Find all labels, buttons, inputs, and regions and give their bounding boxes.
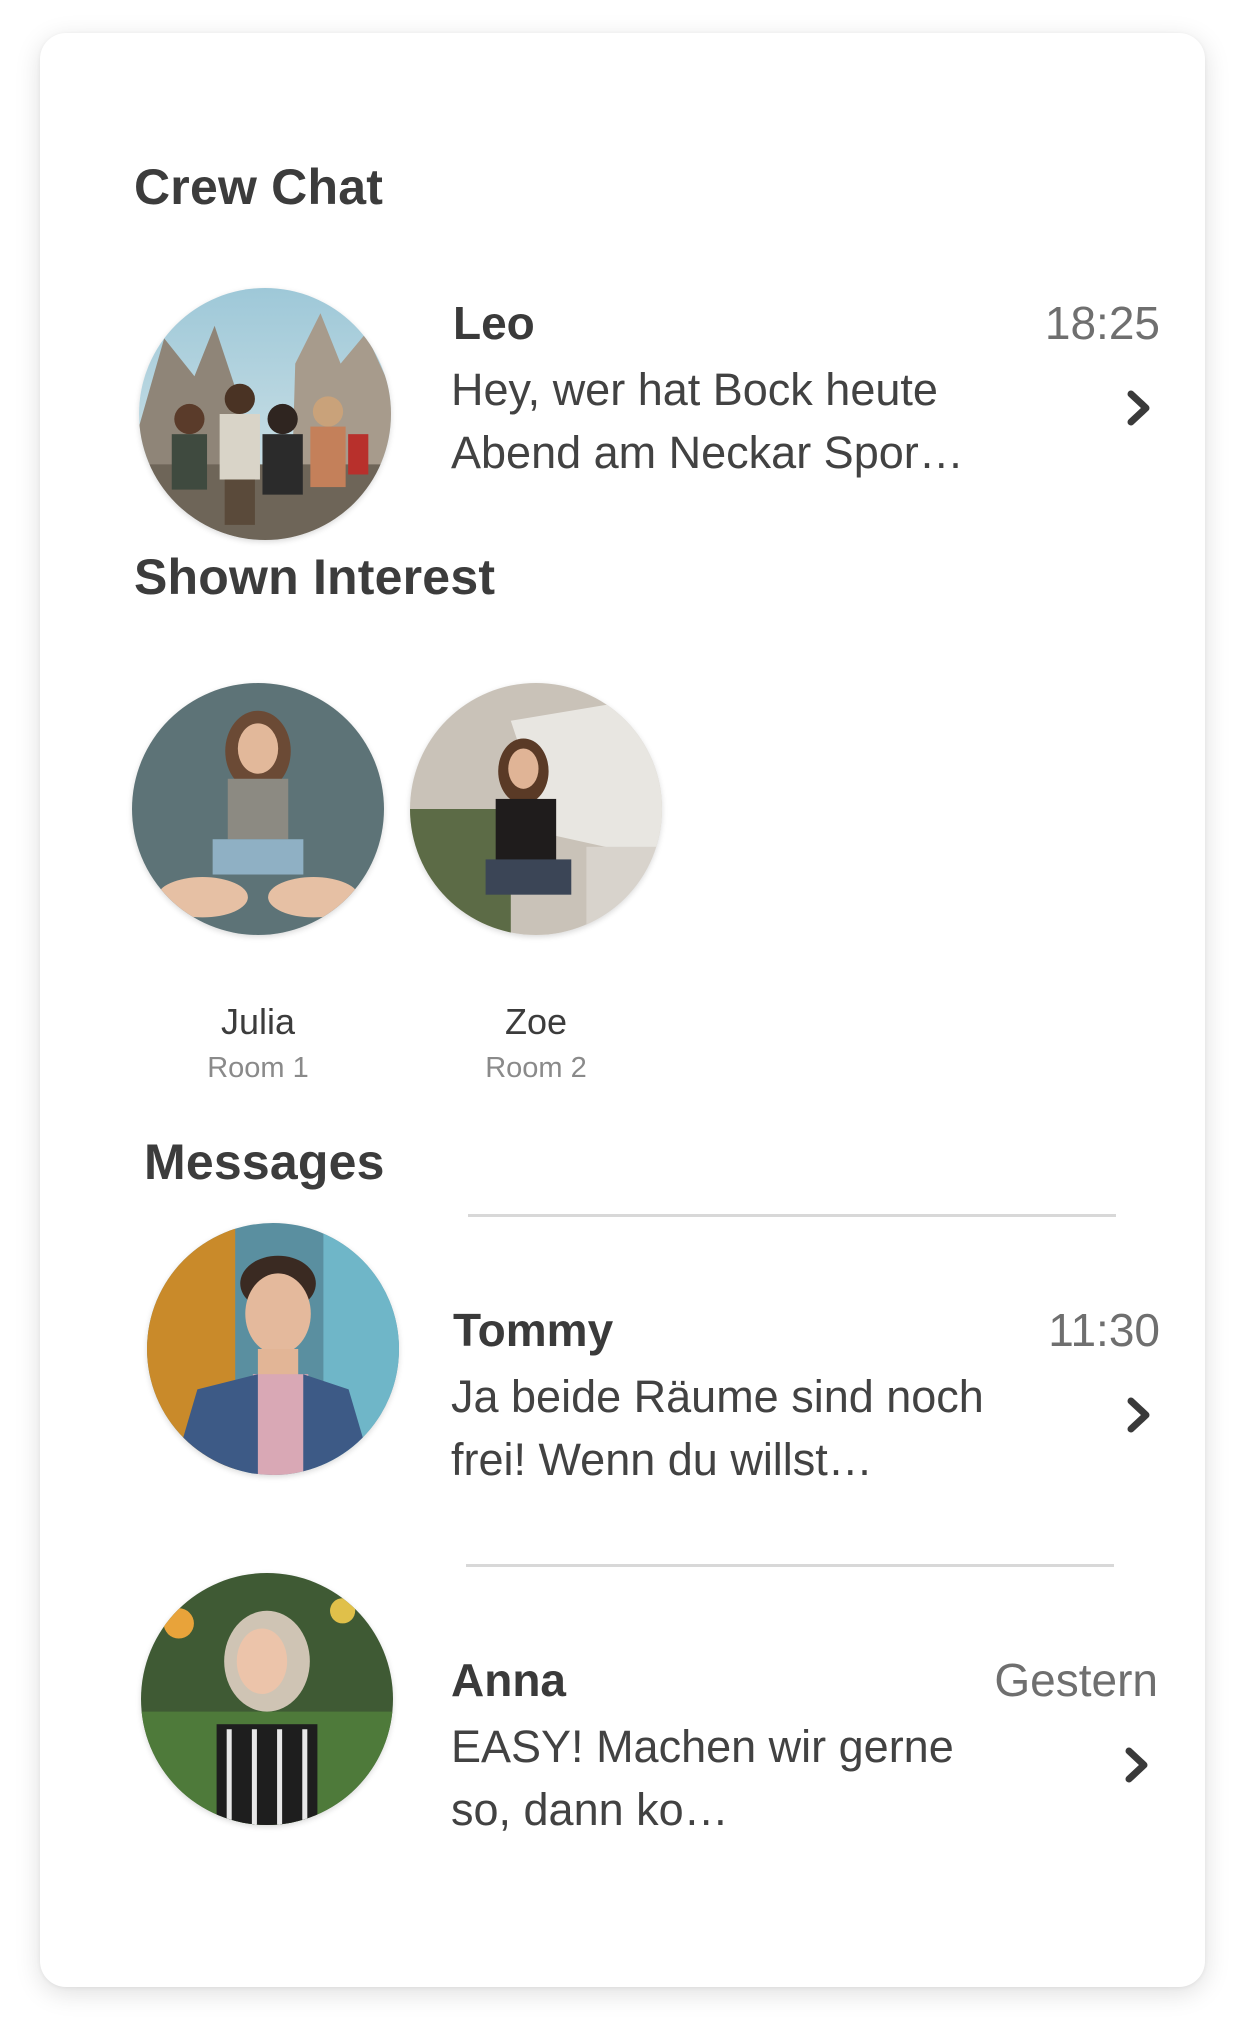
tommy-preview: Ja beide Räume sind noch frei! Wenn du w… xyxy=(451,1371,984,1485)
crew-chat-time: 18:25 xyxy=(1044,297,1160,349)
zoe-room: Room 2 xyxy=(485,1052,587,1084)
message-row-anna[interactable]: Anna Gestern EASY! Machen wir gerne so, … xyxy=(134,1573,1164,1873)
shown-interest-heading: Shown Interest xyxy=(134,549,496,605)
julia-name: Julia xyxy=(220,1001,296,1042)
crew-chat-heading: Crew Chat xyxy=(134,159,384,215)
chevron-right-icon xyxy=(1122,1393,1156,1437)
crew-avatar xyxy=(139,288,391,540)
interest-item-zoe[interactable]: Zoe Room 2 xyxy=(408,683,668,1093)
crew-chat-row[interactable]: Leo 18:25 Hey, wer hat Bock heute Abend … xyxy=(134,288,1164,548)
tommy-name: Tommy xyxy=(453,1304,614,1356)
chat-overview-card: Crew Chat Leo 18:25 Hey, wer hat Bock he… xyxy=(40,33,1205,1987)
zoe-name: Zoe xyxy=(504,1001,568,1042)
tommy-time: 11:30 xyxy=(1048,1304,1160,1356)
chevron-right-icon xyxy=(1120,1743,1154,1787)
divider xyxy=(468,1214,1116,1217)
crew-chat-preview: Hey, wer hat Bock heute Abend am Neckar … xyxy=(451,364,964,478)
chevron-right-icon xyxy=(1122,386,1156,430)
anna-preview: EASY! Machen wir gerne so, dann ko… xyxy=(451,1721,954,1835)
anna-name: Anna xyxy=(451,1654,566,1706)
messages-heading: Messages xyxy=(144,1134,385,1190)
zoe-avatar xyxy=(410,683,662,935)
anna-avatar xyxy=(141,1573,393,1825)
tommy-avatar xyxy=(147,1223,399,1475)
interest-item-julia[interactable]: Julia Room 1 xyxy=(130,683,390,1093)
anna-time: Gestern xyxy=(994,1654,1158,1706)
crew-chat-name: Leo xyxy=(453,297,535,349)
message-row-tommy[interactable]: Tommy 11:30 Ja beide Räume sind noch fre… xyxy=(134,1223,1164,1523)
divider xyxy=(466,1564,1114,1567)
julia-avatar xyxy=(132,683,384,935)
julia-room: Room 1 xyxy=(207,1052,309,1084)
